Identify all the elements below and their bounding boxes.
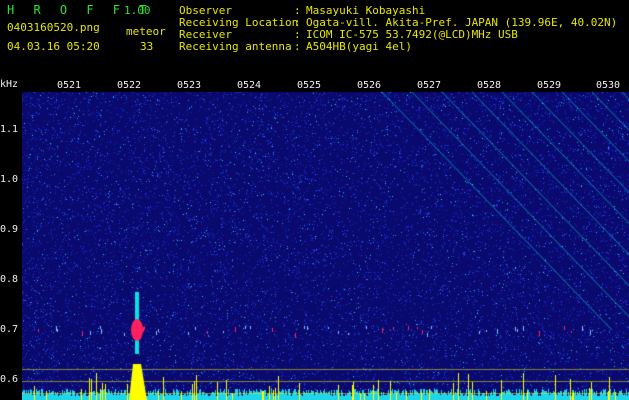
time-tick-label: 0526 — [357, 80, 382, 91]
time-tick-label: 0530 — [596, 80, 621, 91]
antenna-value: A504HB(yagi 4el) — [306, 40, 412, 53]
time-tick-label: 0528 — [477, 80, 502, 91]
time-tick-label: 0522 — [117, 80, 142, 91]
time-tick-label: 0529 — [537, 80, 562, 91]
antenna-label: Receiving antenna — [179, 40, 292, 53]
file-name: 0403160520.png — [7, 21, 100, 34]
spectrogram-canvas — [22, 80, 629, 400]
time-tick-label: 0524 — [237, 80, 262, 91]
time-tick-label: 0527 — [417, 80, 442, 91]
y-tick-label: 1.1 — [0, 124, 19, 135]
y-tick-label: 1.0 — [0, 174, 19, 185]
info-colon: : — [294, 40, 301, 53]
meteor-count: 33 — [140, 40, 154, 53]
date-time: 04.03.16 05:20 — [7, 40, 100, 53]
header-panel: H R O F F T 1.00 0403160520.png meteor 0… — [0, 0, 629, 80]
time-tick-label: 0523 — [177, 80, 202, 91]
y-tick-label: 0.8 — [0, 274, 19, 285]
meteor-label: meteor — [126, 25, 166, 38]
y-tick-label: 0.7 — [0, 324, 19, 335]
spectrogram-panel: kHz 1.1 1.0 0.9 0.8 0.7 0.6 0521 0522 05… — [0, 80, 629, 400]
y-tick-label: 0.6 — [0, 374, 19, 385]
y-unit-label: kHz — [0, 79, 19, 90]
app-version: 1.00 — [124, 4, 151, 17]
time-tick-label: 0521 — [57, 80, 82, 91]
time-tick-label: 0525 — [297, 80, 322, 91]
y-tick-label: 0.9 — [0, 224, 19, 235]
